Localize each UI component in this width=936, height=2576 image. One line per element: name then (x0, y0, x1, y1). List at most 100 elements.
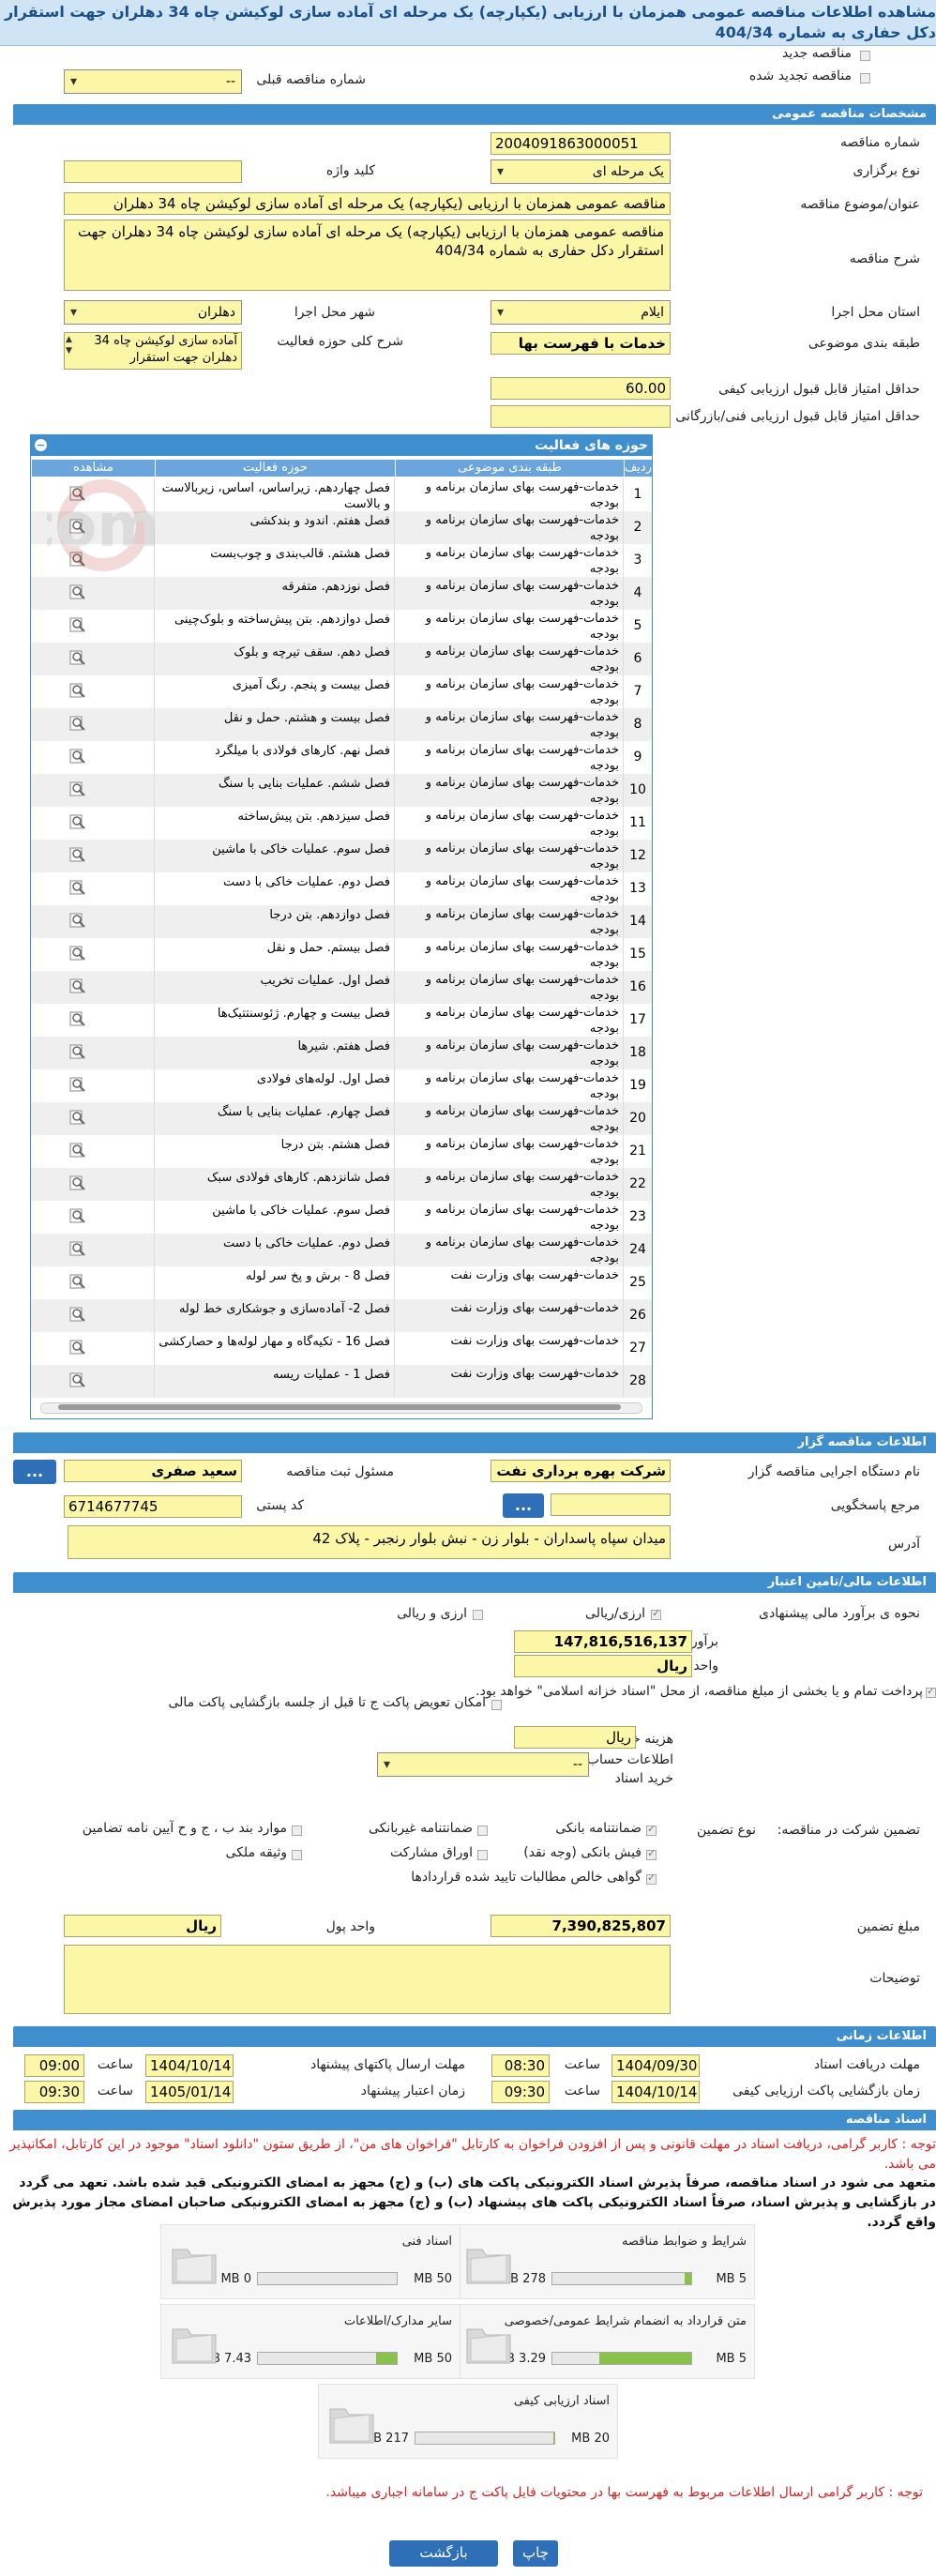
rial-radio[interactable] (651, 1607, 661, 1620)
magnifier-icon[interactable] (68, 615, 87, 634)
magnifier-icon[interactable] (68, 747, 87, 765)
open-date: 1404/10/14 (611, 2081, 700, 2103)
scope-scroll-icon[interactable]: ▲ ▼ (66, 334, 72, 356)
magnifier-icon[interactable] (68, 1239, 87, 1258)
row-activity: فصل بیست و هشتم. حمل و نقل (155, 708, 395, 741)
table-row: 23 خدمات-فهرست بهای سازمان برنامه و بودجه… (31, 1201, 652, 1234)
prev-tender-label: شماره مناقصه قبلی (256, 72, 366, 87)
doc-card[interactable]: شرایط و ضوابط مناقصه5 MB278 KB (455, 2224, 755, 2299)
magnifier-icon[interactable] (68, 1108, 87, 1127)
table-row: 3 خدمات-فهرست بهای سازمان برنامه و بودجه ف… (31, 544, 652, 577)
folder-icon (329, 2408, 374, 2444)
category-label: طبقه بندی موضوعی (808, 336, 920, 351)
doc-card[interactable]: متن قرارداد به انضمام شرایط عمومی/خصوصی 5… (455, 2304, 755, 2379)
min-tech-label: حداقل امتیاز قابل قبول ارزیابی فنی/بازرگ… (675, 409, 920, 424)
row-category: خدمات-فهرست بهای وزارت نفت (395, 1332, 624, 1365)
magnifier-icon[interactable] (68, 1042, 87, 1061)
amount-currency-label: واحد پول (325, 1919, 375, 1934)
rial2-radio[interactable] (473, 1610, 483, 1620)
magnifier-icon[interactable] (68, 1206, 87, 1225)
account-select[interactable]: -- (377, 1752, 589, 1777)
g-claims-checkbox[interactable] (646, 1871, 657, 1885)
magnifier-icon[interactable] (68, 1141, 87, 1159)
ref-more-button[interactable]: ... (503, 1493, 544, 1518)
g-property-checkbox[interactable] (292, 1850, 302, 1860)
doc-progress-bar (551, 2352, 692, 2365)
magnifier-icon[interactable] (68, 714, 87, 733)
row-number: 28 (629, 1373, 646, 1388)
table-row: 15 خدمات-فهرست بهای سازمان برنامه و بودجه… (31, 938, 652, 971)
row-category: خدمات-فهرست بهای سازمان برنامه و بودجه (395, 610, 624, 643)
doc-card[interactable]: اسناد ارزیابی کیفی20 MB217 KB (318, 2384, 618, 2459)
magnifier-icon[interactable] (68, 1272, 87, 1291)
table-row: 10 خدمات-فهرست بهای سازمان برنامه و بودجه… (31, 774, 652, 807)
folder-icon (466, 2249, 511, 2284)
g-cash-checkbox[interactable] (646, 1847, 657, 1860)
magnifier-icon[interactable] (68, 583, 87, 601)
magnifier-icon[interactable] (68, 1075, 87, 1094)
g-bonds-checkbox[interactable] (477, 1850, 488, 1860)
row-number: 1 (633, 487, 642, 502)
type-select[interactable]: یک مرحله ای (491, 159, 671, 184)
collapse-icon[interactable]: − (35, 439, 47, 451)
validity-time-label: ساعت (97, 2084, 133, 2099)
magnifier-icon[interactable] (68, 681, 87, 700)
row-number: 11 (629, 815, 646, 830)
magnifier-icon[interactable] (68, 977, 87, 995)
row-activity: فصل سیزدهم. بتن پیش‌ساخته (155, 807, 395, 840)
row-category: خدمات-فهرست بهای سازمان برنامه و بودجه (395, 741, 624, 774)
org-field: شرکت بهره برداری نفت و گ (491, 1460, 671, 1482)
magnifier-icon[interactable] (68, 845, 87, 864)
row-activity: فصل اول. لوله‌های فولادی (155, 1069, 395, 1102)
doc-card[interactable]: اسناد فنی 50 MB 0 MB (160, 2224, 460, 2299)
row-category: خدمات-فهرست بهای سازمان برنامه و بودجه (395, 807, 624, 840)
doc-progress-bar (551, 2272, 692, 2285)
province-select[interactable]: ایلام (491, 300, 671, 325)
doc-max-size: 50 MB (414, 2272, 452, 2286)
scrollbar-thumb[interactable] (58, 1404, 621, 1410)
city-select[interactable]: دهلران (64, 300, 242, 325)
print-button[interactable]: چاپ (513, 2540, 558, 2567)
magnifier-icon[interactable] (68, 517, 87, 536)
row-view-cell (31, 1201, 155, 1234)
magnifier-icon[interactable] (68, 780, 87, 798)
table-row: 18 خدمات-فهرست بهای سازمان برنامه و بودجه… (31, 1037, 652, 1069)
magnifier-icon[interactable] (68, 1009, 87, 1028)
magnifier-icon[interactable] (68, 812, 87, 831)
magnifier-icon[interactable] (68, 648, 87, 667)
new-tender-checkbox[interactable] (860, 51, 870, 61)
magnifier-icon[interactable] (68, 1371, 87, 1389)
magnifier-icon[interactable] (68, 484, 87, 503)
row-activity: فصل ششم. عملیات بنایی با سنگ (155, 774, 395, 807)
amount-label: مبلغ تضمین (856, 1919, 920, 1934)
g-items-checkbox[interactable] (292, 1826, 302, 1836)
magnifier-icon[interactable] (68, 944, 87, 962)
magnifier-icon[interactable] (68, 550, 87, 568)
doc-card[interactable]: سایر مدارک/اطلاعات50 MB7.43 MB (160, 2304, 460, 2379)
row-category: خدمات-فهرست بهای سازمان برنامه و بودجه (395, 872, 624, 905)
treasury-checkbox[interactable] (926, 1685, 936, 1698)
postal-field: 6714677745 (64, 1495, 242, 1518)
doc-current-size: 0 MB (220, 2272, 251, 2286)
row-category: خدمات-فهرست بهای سازمان برنامه و بودجه (395, 938, 624, 971)
magnifier-icon[interactable] (68, 1305, 87, 1324)
g-nonbank-checkbox[interactable] (477, 1826, 488, 1836)
magnifier-icon[interactable] (68, 1174, 87, 1192)
row-number: 5 (633, 618, 642, 633)
keyword-field (64, 160, 242, 183)
row-number: 16 (629, 979, 646, 994)
renewed-tender-checkbox[interactable] (860, 73, 870, 83)
g-items-label: موارد بند ب ، ج و ح آیین نامه تضامین (82, 1821, 287, 1836)
magnifier-icon[interactable] (68, 1338, 87, 1356)
magnifier-icon[interactable] (68, 878, 87, 897)
resp-more-button[interactable]: ... (13, 1460, 56, 1484)
row-category: خدمات-فهرست بهای وزارت نفت (395, 1266, 624, 1299)
prev-tender-select[interactable]: -- (64, 69, 242, 94)
swap-checkbox[interactable] (491, 1700, 502, 1710)
row-number: 23 (629, 1209, 646, 1224)
table-scrollbar[interactable] (40, 1402, 642, 1414)
doc-progress-bar (257, 2352, 398, 2365)
g-bank-checkbox[interactable] (646, 1823, 657, 1836)
magnifier-icon[interactable] (68, 911, 87, 930)
back-button[interactable]: بازگشت (389, 2540, 498, 2567)
